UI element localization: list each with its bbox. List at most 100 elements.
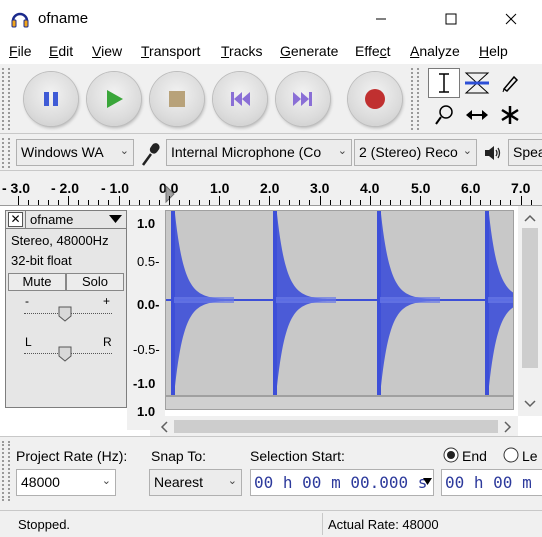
microphone-icon <box>141 143 160 166</box>
toolbar-grip[interactable] <box>411 68 419 130</box>
stop-button[interactable] <box>150 72 204 126</box>
scroll-up-icon[interactable] <box>524 214 536 222</box>
pan-slider-thumb[interactable] <box>58 346 72 362</box>
pause-icon <box>44 92 58 106</box>
ruler-tick <box>38 200 40 205</box>
gain-minus-label: - <box>25 294 29 308</box>
selection-end-time[interactable]: 00 h 00 m <box>441 469 542 496</box>
track-header: ✕ ofname <box>6 211 126 229</box>
menu-bar: File Edit View Transport Tracks Generate… <box>0 38 542 64</box>
maximize-icon <box>445 13 457 25</box>
toolbar-grip[interactable] <box>2 138 10 168</box>
snap-to-label: Snap To: <box>151 448 207 464</box>
play-head-icon <box>165 186 175 204</box>
pan-left-label: L <box>25 335 32 349</box>
vertical-scroll-thumb[interactable] <box>522 228 538 368</box>
ruler-tick <box>530 200 532 205</box>
ruler-tick <box>249 200 251 205</box>
second-track-waveform[interactable] <box>165 396 514 410</box>
maximize-button[interactable] <box>428 0 474 38</box>
speaker-icon <box>485 146 501 160</box>
project-rate-select[interactable]: 48000 ⌄ <box>16 469 116 496</box>
toolbar-grip[interactable] <box>2 441 10 501</box>
menu-view[interactable]: View <box>92 43 122 59</box>
menu-analyze[interactable]: Analyze <box>410 43 460 59</box>
waveform-burst <box>380 211 440 395</box>
envelope-tool[interactable] <box>461 68 493 98</box>
multi-tool[interactable] <box>494 100 526 130</box>
ruler-tick <box>319 196 321 205</box>
ruler-label: 6.0 <box>461 180 481 196</box>
pause-button[interactable] <box>24 72 78 126</box>
menu-file[interactable]: File <box>9 43 32 59</box>
status-divider <box>322 513 323 535</box>
recording-device-select[interactable]: Internal Microphone (Co ⌄ <box>166 139 352 166</box>
menu-transport[interactable]: Transport <box>141 43 200 59</box>
recording-channels-select[interactable]: 2 (Stereo) Reco ⌄ <box>354 139 477 166</box>
gain-plus-label: + <box>103 294 111 308</box>
ruler-label: 5.0 <box>411 180 431 196</box>
tools-toolbar <box>410 64 542 134</box>
ruler-tick <box>460 200 462 205</box>
ruler-tick <box>158 200 160 205</box>
chevron-down-icon: ⌄ <box>227 475 237 487</box>
ruler-tick <box>299 200 301 205</box>
minimize-button[interactable] <box>358 0 404 38</box>
menu-help[interactable]: Help <box>479 43 508 59</box>
waveform-display[interactable] <box>165 210 514 396</box>
horizontal-scrollbar[interactable] <box>150 416 518 436</box>
scroll-left-icon[interactable] <box>160 421 168 433</box>
scroll-down-icon[interactable] <box>524 400 536 408</box>
snap-to-select[interactable]: Nearest ⌄ <box>149 469 242 496</box>
chevron-down-icon: ⌄ <box>119 145 129 157</box>
envelope-icon <box>464 72 490 94</box>
record-button[interactable] <box>348 72 402 126</box>
menu-generate[interactable]: Generate <box>280 43 338 59</box>
ruler-tick <box>128 200 130 205</box>
waveform-burst <box>174 211 234 395</box>
selection-start-time[interactable]: 00 h 00 m 00.000 s <box>250 469 434 496</box>
playback-device-select[interactable]: Spea <box>508 139 542 166</box>
vertical-scrollbar[interactable] <box>518 206 542 416</box>
ruler-label: 2.0 <box>260 180 280 196</box>
ruler-tick <box>229 200 231 205</box>
draw-tool[interactable] <box>494 68 526 98</box>
menu-tracks[interactable]: Tracks <box>221 43 263 59</box>
close-button[interactable] <box>488 0 534 38</box>
ruler-tick <box>58 200 60 205</box>
gain-slider-thumb[interactable] <box>58 306 72 322</box>
time-format-dropdown-icon[interactable] <box>423 478 432 485</box>
track-close-button[interactable]: ✕ <box>8 212 23 227</box>
ruler-tick <box>188 200 190 205</box>
menu-edit[interactable]: Edit <box>49 43 73 59</box>
vruler-label: 1.0 <box>137 216 156 231</box>
ruler-tick <box>490 200 492 205</box>
vruler-label: 0.5- <box>137 254 160 269</box>
track-control-panel: ✕ ofname Stereo, 48000Hz 32-bit float Mu… <box>5 210 127 408</box>
audio-host-select[interactable]: Windows WA ⌄ <box>16 139 134 166</box>
length-radio[interactable] <box>503 447 519 463</box>
ruler-tick <box>420 196 421 205</box>
timeline-ruler[interactable]: - 3.0 - 2.0 - 1.0 0.0 1.0 2.0 3.0 4.0 5.… <box>0 172 542 206</box>
track-name-menu[interactable]: ofname <box>25 211 125 228</box>
toolbar-grip[interactable] <box>2 68 10 130</box>
time-shift-tool[interactable] <box>461 100 493 130</box>
scroll-right-icon[interactable] <box>504 421 512 433</box>
skip-to-start-button[interactable] <box>213 72 267 126</box>
skip-to-end-button[interactable] <box>276 72 330 126</box>
ruler-label: - 2.0 <box>51 180 80 196</box>
double-arrow-icon <box>466 110 488 120</box>
play-button[interactable] <box>87 72 141 126</box>
horizontal-scroll-thumb[interactable] <box>174 420 498 433</box>
selection-tool[interactable] <box>428 68 460 98</box>
mute-button[interactable]: Mute <box>8 273 66 291</box>
waveform-burst <box>276 211 336 395</box>
ruler-tick <box>259 200 261 205</box>
solo-button[interactable]: Solo <box>66 273 124 291</box>
waveform <box>166 211 513 395</box>
amplitude-ruler: 1.0 0.5- 0.0- -0.5- -1.0 1.0 <box>127 210 165 430</box>
menu-effect[interactable]: Effect <box>355 43 391 59</box>
zoom-tool[interactable] <box>428 100 460 130</box>
end-radio[interactable] <box>443 447 459 463</box>
chevron-down-icon: ⌄ <box>101 475 111 487</box>
